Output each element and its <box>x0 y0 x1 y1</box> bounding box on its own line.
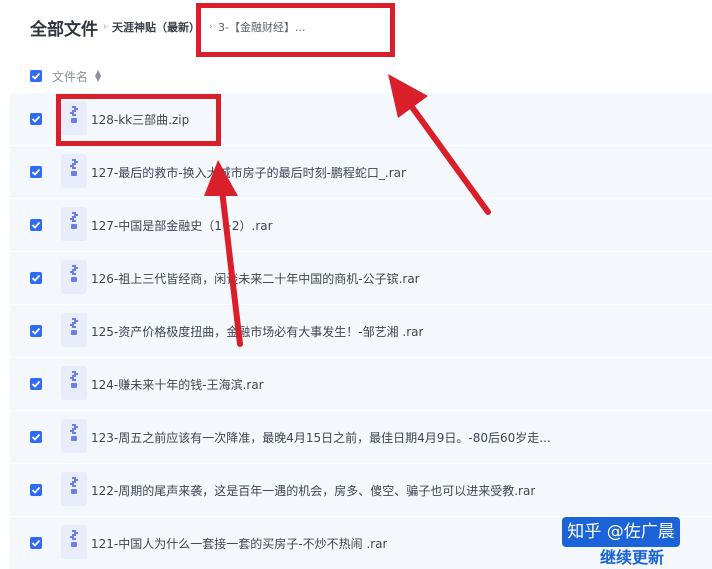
file-row[interactable]: 125-资产价格极度扭曲，金融市场必有大事发生！-邹艺湘 .rar <box>10 305 712 357</box>
archive-file-icon <box>61 207 87 241</box>
breadcrumb-separator: › <box>103 22 107 32</box>
row-checkbox[interactable] <box>30 272 42 284</box>
file-name[interactable]: 127-最后的救市-换入大城市房子的最后时刻-鹏程蛇口_.rar <box>91 164 406 181</box>
file-row[interactable]: 122-周期的尾声来袭，这是百年一遇的机会，房多、傻空、骗子也可以进来受教.ra… <box>10 464 712 516</box>
annotation-box-breadcrumb <box>196 3 395 57</box>
file-name[interactable]: 126-祖上三代皆经商，闲谈未来二十年中国的商机-公子镔.rar <box>91 270 420 287</box>
page-title[interactable]: 全部文件 <box>30 15 98 40</box>
file-name[interactable]: 125-资产价格极度扭曲，金融市场必有大事发生！-邹艺湘 .rar <box>91 323 423 340</box>
row-checkbox[interactable] <box>30 537 42 549</box>
row-checkbox[interactable] <box>30 113 42 125</box>
watermark-badge: 知乎 @佐广晨 <box>562 517 680 547</box>
file-name[interactable]: 124-赚未来十年的钱-王海滨.rar <box>91 376 264 393</box>
row-checkbox[interactable] <box>30 431 42 443</box>
file-row[interactable]: 127-中国是部金融史（1+2）.rar <box>10 199 712 251</box>
archive-file-icon <box>61 313 87 347</box>
file-name[interactable]: 123-周五之前应该有一次降准，最晚4月15日之前，最佳日期4月9日。-80后6… <box>91 429 551 446</box>
sort-icon[interactable]: ▲ ▼ <box>95 69 101 83</box>
archive-file-icon <box>61 154 87 188</box>
file-row[interactable]: 127-最后的救市-换入大城市房子的最后时刻-鹏程蛇口_.rar <box>10 146 712 198</box>
file-row[interactable]: 126-祖上三代皆经商，闲谈未来二十年中国的商机-公子镔.rar <box>10 252 712 304</box>
file-name[interactable]: 122-周期的尾声来袭，这是百年一遇的机会，房多、傻空、骗子也可以进来受教.ra… <box>91 482 535 499</box>
row-checkbox[interactable] <box>30 219 42 231</box>
column-header: 文件名 ▲ ▼ <box>0 62 712 90</box>
archive-file-icon <box>61 366 87 400</box>
archive-file-icon <box>61 419 87 453</box>
archive-file-icon <box>61 260 87 294</box>
row-checkbox[interactable] <box>30 484 42 496</box>
file-row[interactable]: 124-赚未来十年的钱-王海滨.rar <box>10 358 712 410</box>
archive-file-icon <box>61 472 87 506</box>
row-checkbox[interactable] <box>30 378 42 390</box>
file-name[interactable]: 127-中国是部金融史（1+2）.rar <box>91 217 273 234</box>
row-checkbox[interactable] <box>30 325 42 337</box>
select-all-checkbox[interactable] <box>30 70 42 82</box>
annotation-box-file <box>56 94 221 146</box>
watermark-subtext: 继续更新 <box>600 548 665 567</box>
row-checkbox[interactable] <box>30 166 42 178</box>
file-row[interactable]: 123-周五之前应该有一次降准，最晚4月15日之前，最佳日期4月9日。-80后6… <box>10 411 712 463</box>
archive-file-icon <box>61 525 87 559</box>
column-file-name[interactable]: 文件名 <box>52 68 88 85</box>
file-name[interactable]: 121-中国人为什么一套接一套的买房子-不炒不热闹 .rar <box>91 535 387 552</box>
breadcrumb-item-1[interactable]: 天涯神贴（最新） <box>112 19 200 35</box>
